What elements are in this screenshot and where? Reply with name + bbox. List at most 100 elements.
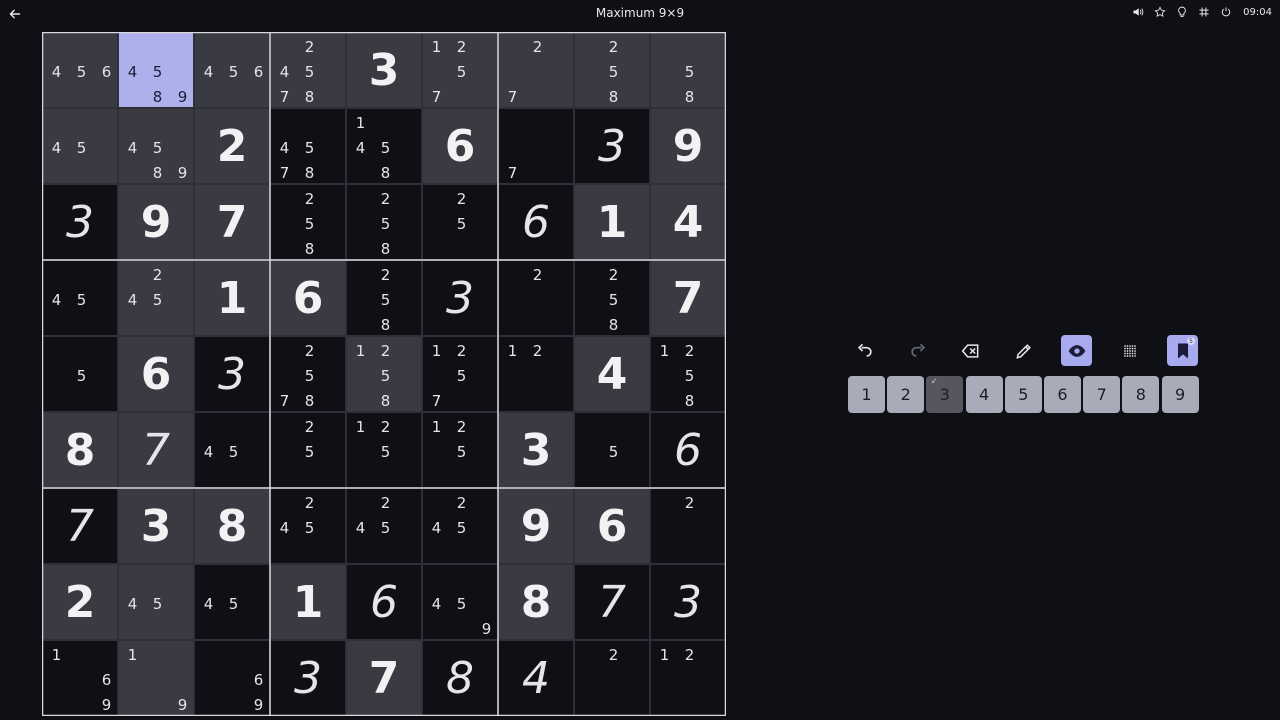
cell-r7-c7[interactable]: 9 <box>498 488 574 564</box>
numpad-key-9[interactable]: 9 <box>1161 376 1199 413</box>
cell-r9-c5[interactable]: 7 <box>346 640 422 716</box>
numpad-key-6[interactable]: 6 <box>1044 376 1081 413</box>
cell-r5-c3[interactable]: 3 <box>194 336 270 412</box>
cell-r8-c1[interactable]: 2 <box>42 564 118 640</box>
cell-r8-c8[interactable]: 7 <box>574 564 650 640</box>
cell-r2-c8[interactable]: 3 <box>574 108 650 184</box>
cell-r2-c6[interactable]: 6 <box>422 108 498 184</box>
cell-r3-c4[interactable]: 2 5 8 <box>270 184 346 260</box>
numpad-key-5[interactable]: 5 <box>1004 376 1042 413</box>
cell-r9-c2[interactable]: 19 <box>118 640 194 716</box>
cell-r8-c6[interactable]: 459 <box>422 564 498 640</box>
cell-r6-c7[interactable]: 3 <box>498 412 574 488</box>
redo-button[interactable] <box>902 335 933 366</box>
cell-r3-c7[interactable]: 6 <box>498 184 574 260</box>
cell-r4-c4[interactable]: 6 <box>270 260 346 336</box>
cell-r9-c7[interactable]: 4 <box>498 640 574 716</box>
cell-r2-c9[interactable]: 9 <box>650 108 726 184</box>
cell-r4-c6[interactable]: 3 <box>422 260 498 336</box>
cell-r6-c9[interactable]: 6 <box>650 412 726 488</box>
numpad-key-1[interactable]: 1 <box>848 376 885 413</box>
cell-r9-c1[interactable]: 1 6 9 <box>42 640 118 716</box>
cell-r6-c8[interactable]: 5 <box>574 412 650 488</box>
cell-r5-c5[interactable]: 12 5 8 <box>346 336 422 412</box>
cell-r3-c6[interactable]: 25 <box>422 184 498 260</box>
numpad-key-4[interactable]: 4 <box>965 376 1003 413</box>
cell-r5-c4[interactable]: 2 578 <box>270 336 346 412</box>
erase-button[interactable] <box>955 335 986 366</box>
cell-r8-c5[interactable]: 6 <box>346 564 422 640</box>
undo-button[interactable] <box>849 335 880 366</box>
bookmark-button[interactable]: 5 <box>1167 335 1198 366</box>
cell-r1-c7[interactable]: 27 <box>498 32 574 108</box>
cell-r2-c5[interactable]: 1 45 8 <box>346 108 422 184</box>
cell-r6-c5[interactable]: 12 5 <box>346 412 422 488</box>
cell-r1-c2[interactable]: 45 89 <box>118 32 194 108</box>
cell-r2-c3[interactable]: 2 <box>194 108 270 184</box>
cell-r1-c3[interactable]: 456 <box>194 32 270 108</box>
cell-r4-c2[interactable]: 245 <box>118 260 194 336</box>
cell-r5-c8[interactable]: 4 <box>574 336 650 412</box>
cell-r9-c3[interactable]: 69 <box>194 640 270 716</box>
pencil-notes-button[interactable] <box>1008 335 1039 366</box>
cell-r5-c1[interactable]: 5 <box>42 336 118 412</box>
cell-r9-c4[interactable]: 3 <box>270 640 346 716</box>
cell-r7-c6[interactable]: 245 <box>422 488 498 564</box>
cell-r7-c4[interactable]: 245 <box>270 488 346 564</box>
cell-r8-c7[interactable]: 8 <box>498 564 574 640</box>
cell-r5-c7[interactable]: 12 <box>498 336 574 412</box>
cell-r1-c6[interactable]: 12 57 <box>422 32 498 108</box>
numpad-key-7[interactable]: 7 <box>1083 376 1121 413</box>
cell-r3-c8[interactable]: 1 <box>574 184 650 260</box>
grid-hash-icon[interactable] <box>1197 5 1211 19</box>
cell-r9-c8[interactable]: 2 <box>574 640 650 716</box>
cell-r3-c1[interactable]: 3 <box>42 184 118 260</box>
cell-r4-c5[interactable]: 2 5 8 <box>346 260 422 336</box>
cell-r7-c3[interactable]: 8 <box>194 488 270 564</box>
cell-r2-c2[interactable]: 45 89 <box>118 108 194 184</box>
numpad-key-2[interactable]: 2 <box>887 376 925 413</box>
cell-r4-c8[interactable]: 2 5 8 <box>574 260 650 336</box>
cell-r6-c3[interactable]: 45 <box>194 412 270 488</box>
cell-r7-c5[interactable]: 245 <box>346 488 422 564</box>
cell-r3-c9[interactable]: 4 <box>650 184 726 260</box>
cell-r2-c4[interactable]: 4578 <box>270 108 346 184</box>
cell-r7-c9[interactable]: 2 <box>650 488 726 564</box>
cell-r2-c1[interactable]: 45 <box>42 108 118 184</box>
cell-r8-c4[interactable]: 1 <box>270 564 346 640</box>
cell-r3-c2[interactable]: 9 <box>118 184 194 260</box>
cell-r1-c8[interactable]: 2 5 8 <box>574 32 650 108</box>
cell-r3-c3[interactable]: 7 <box>194 184 270 260</box>
cell-r3-c5[interactable]: 2 5 8 <box>346 184 422 260</box>
cell-r6-c4[interactable]: 25 <box>270 412 346 488</box>
cell-r5-c6[interactable]: 12 57 <box>422 336 498 412</box>
cell-r9-c9[interactable]: 12 <box>650 640 726 716</box>
cell-r5-c2[interactable]: 6 <box>118 336 194 412</box>
cell-r6-c1[interactable]: 8 <box>42 412 118 488</box>
cell-r2-c7[interactable]: 7 <box>498 108 574 184</box>
cell-r4-c1[interactable]: 45 <box>42 260 118 336</box>
lightbulb-icon[interactable] <box>1175 5 1189 19</box>
volume-icon[interactable] <box>1131 5 1145 19</box>
power-icon[interactable] <box>1219 5 1233 19</box>
cell-r5-c9[interactable]: 12 5 8 <box>650 336 726 412</box>
cell-r7-c8[interactable]: 6 <box>574 488 650 564</box>
cell-r4-c3[interactable]: 1 <box>194 260 270 336</box>
numpad-key-8[interactable]: 8 <box>1122 376 1160 413</box>
auto-notes-button[interactable] <box>1114 335 1145 366</box>
cell-r6-c2[interactable]: 7 <box>118 412 194 488</box>
cell-r1-c9[interactable]: 58 <box>650 32 726 108</box>
cell-r9-c6[interactable]: 8 <box>422 640 498 716</box>
highlight-toggle-button[interactable] <box>1061 335 1092 366</box>
cell-r1-c5[interactable]: 3 <box>346 32 422 108</box>
cell-r6-c6[interactable]: 12 5 <box>422 412 498 488</box>
cell-r4-c9[interactable]: 7 <box>650 260 726 336</box>
star-icon[interactable] <box>1153 5 1167 19</box>
cell-r1-c4[interactable]: 24578 <box>270 32 346 108</box>
numpad-key-3[interactable]: 3 ✓ <box>926 376 964 413</box>
cell-r4-c7[interactable]: 2 <box>498 260 574 336</box>
cell-r7-c2[interactable]: 3 <box>118 488 194 564</box>
cell-r8-c3[interactable]: 45 <box>194 564 270 640</box>
cell-r7-c1[interactable]: 7 <box>42 488 118 564</box>
cell-r8-c9[interactable]: 3 <box>650 564 726 640</box>
